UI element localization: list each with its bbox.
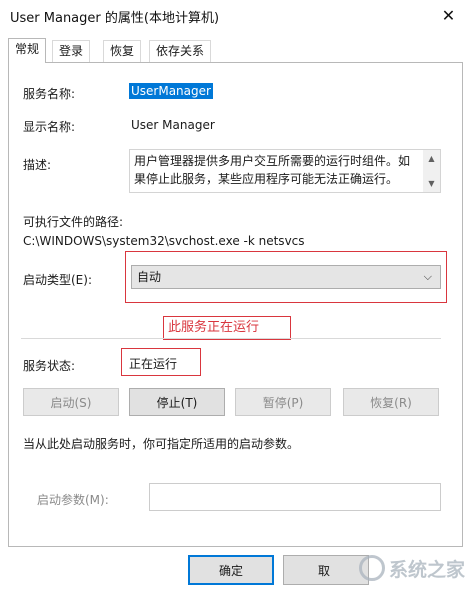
chevron-up-icon[interactable]: ▲: [423, 150, 440, 167]
status-value: 正在运行: [129, 357, 178, 371]
description-text: 用户管理器提供多用户交互所需要的运行时组件。如果停止此服务，某些应用程序可能无法…: [134, 154, 411, 186]
window-title: User Manager 的属性(本地计算机): [10, 11, 220, 26]
service-name-value[interactable]: UserManager: [129, 83, 213, 99]
exe-path-label: 可执行文件的路径:: [23, 215, 124, 229]
startup-type-label: 启动类型(E):: [23, 273, 92, 287]
description-scrollbar[interactable]: ▲ ▼: [423, 150, 440, 192]
cancel-button[interactable]: 取: [283, 555, 369, 585]
tab-general[interactable]: 常规: [8, 38, 47, 63]
ok-button[interactable]: 确定: [188, 555, 274, 585]
section-divider: [21, 338, 441, 339]
startup-type-select[interactable]: 自动 ⌵: [131, 265, 441, 289]
description-box[interactable]: 用户管理器提供多用户交互所需要的运行时组件。如果停止此服务，某些应用程序可能无法…: [129, 149, 441, 193]
title-bar: User Manager 的属性(本地计算机) ✕: [0, 0, 471, 32]
tab-dependencies[interactable]: 依存关系: [149, 40, 212, 62]
tab-strip: 常规 登录 恢复 依存关系: [8, 38, 463, 63]
start-params-input[interactable]: [149, 483, 441, 511]
annotation-note: 此服务正在运行: [163, 316, 291, 340]
startup-type-value: 自动: [137, 270, 162, 284]
tab-recovery[interactable]: 恢复: [103, 40, 142, 62]
watermark-text: 系统之家: [389, 559, 466, 581]
general-panel: 服务名称: UserManager 显示名称: User Manager 描述:…: [8, 62, 463, 547]
tab-logon[interactable]: 登录: [52, 40, 91, 62]
start-button[interactable]: 启动(S): [23, 388, 119, 416]
chevron-down-icon: ⌵: [423, 270, 432, 283]
exe-path-value: C:\WINDOWS\system32\svchost.exe -k netsv…: [23, 234, 305, 248]
service-name-label: 服务名称:: [23, 87, 76, 101]
watermark-icon: [359, 555, 385, 581]
stop-button[interactable]: 停止(T): [129, 388, 225, 416]
start-params-hint: 当从此处启动服务时，你可指定所适用的启动参数。: [23, 437, 300, 451]
start-params-label: 启动参数(M):: [37, 493, 109, 507]
watermark-logo: 系统之家: [359, 553, 467, 593]
display-name-label: 显示名称:: [23, 120, 76, 134]
display-name-value[interactable]: User Manager: [131, 118, 215, 132]
description-label: 描述:: [23, 158, 52, 172]
chevron-down-icon[interactable]: ▼: [423, 175, 440, 192]
pause-button[interactable]: 暂停(P): [235, 388, 331, 416]
status-label: 服务状态:: [23, 359, 76, 373]
close-icon[interactable]: ✕: [426, 0, 471, 30]
resume-button[interactable]: 恢复(R): [343, 388, 439, 416]
